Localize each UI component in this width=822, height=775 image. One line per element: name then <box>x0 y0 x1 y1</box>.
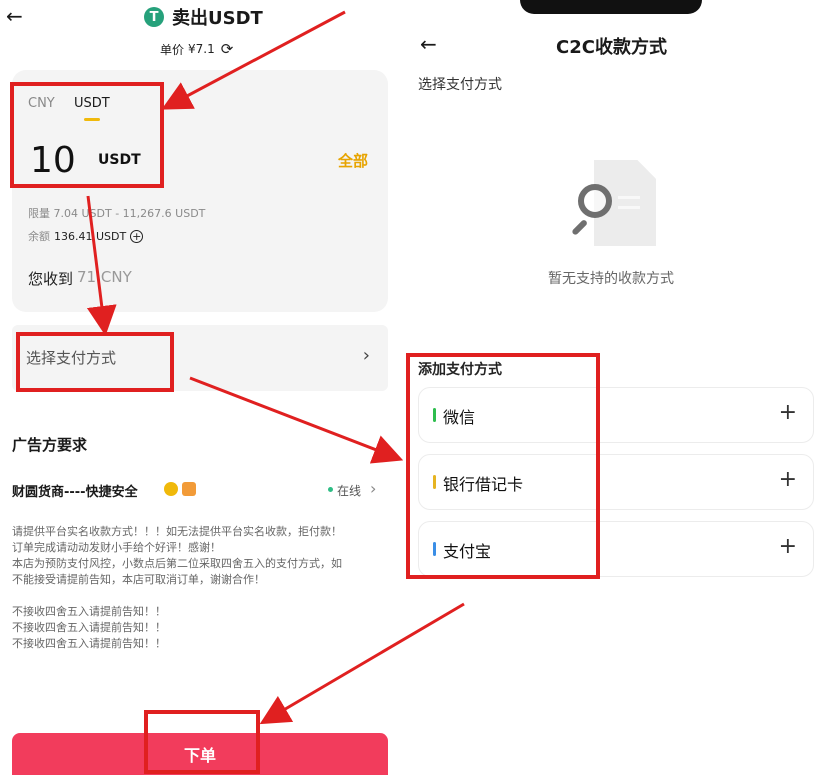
method-color-bar <box>433 542 436 556</box>
requirement-line: 本店为预防支付风控，小数点后第二位采取四舍五入的支付方式，如 <box>12 557 342 570</box>
magnifier-handle <box>571 218 589 236</box>
add-balance-icon[interactable]: + <box>130 229 144 243</box>
method-color-bar <box>433 475 436 489</box>
balance-value: 136.41 USDT <box>54 229 127 243</box>
limit-row: 限量 7.04 USDT - 11,267.6 USDT <box>28 205 205 221</box>
requirement-line: 不能接受请提前告知，本店可取消订单，谢谢合作！ <box>12 573 265 586</box>
sell-usdt-screen: ← T 卖出USDT 单价 ¥7.1 ⟳ CNY USDT 10 USDT 全部… <box>0 0 400 775</box>
tab-cny[interactable]: CNY <box>28 96 55 111</box>
requirement-line: 请提供平台实名收款方式！！！如无法提供平台实名收款，拒付款！ <box>12 525 342 538</box>
section-subtitle: 选择支付方式 <box>418 77 502 93</box>
payment-method-selector[interactable]: 选择支付方式 › <box>12 325 388 391</box>
merchant-name: 财圆货商----快捷安全 <box>12 485 138 500</box>
place-order-button[interactable]: 下单 <box>12 733 388 775</box>
chevron-right-icon: › <box>370 479 377 498</box>
online-status-label: 在线 <box>337 484 362 498</box>
shield-badge-icon <box>182 482 196 496</box>
phone-notch <box>520 0 702 14</box>
plus-icon[interactable]: + <box>779 534 797 559</box>
plus-icon[interactable]: + <box>779 467 797 492</box>
search-document-icon <box>566 160 656 250</box>
requirement-line: 订单完成请动动发财小手给个好评！感谢！ <box>12 541 221 554</box>
method-label: 银行借记卡 <box>443 475 524 494</box>
balance-row: 余额 136.41 USDT + <box>28 228 144 244</box>
receive-value: 71 CNY <box>77 268 132 286</box>
limit-label: 限量 <box>28 207 50 220</box>
requirement-spacer <box>12 588 392 604</box>
all-button[interactable]: 全部 <box>338 150 368 171</box>
payment-method-wechat[interactable]: 微信 + <box>418 387 814 443</box>
back-arrow-icon[interactable]: ← <box>420 32 437 56</box>
plus-icon[interactable]: + <box>779 400 797 425</box>
chevron-right-icon: › <box>362 345 370 366</box>
method-label: 微信 <box>443 408 476 427</box>
amount-card: CNY USDT 10 USDT 全部 限量 7.04 USDT - 11,26… <box>12 70 388 312</box>
price-value: ¥7.1 <box>188 42 215 56</box>
c2c-payment-methods-screen: ← C2C收款方式 选择支付方式 暂无支持的收款方式 添加支付方式 微信 + 银… <box>406 0 822 775</box>
document-line <box>618 206 640 209</box>
empty-state-text: 暂无支持的收款方式 <box>548 271 674 287</box>
requirement-line: 不接收四舍五入请提前告知！！ <box>12 637 166 650</box>
requirement-line: 不接收四舍五入请提前告知！！ <box>12 605 166 618</box>
receive-label: 您收到 <box>28 270 74 288</box>
merchant-row[interactable]: 财圆货商----快捷安全 在线 › <box>12 479 384 501</box>
payment-method-bank-card[interactable]: 银行借记卡 + <box>418 454 814 510</box>
payment-method-label: 选择支付方式 <box>26 349 117 367</box>
page-title: C2C收款方式 <box>556 37 667 58</box>
refresh-icon[interactable]: ⟳ <box>221 40 234 58</box>
amount-input[interactable]: 10 <box>30 140 76 181</box>
document-line <box>618 196 640 199</box>
method-color-bar <box>433 408 436 422</box>
balance-label: 余额 <box>28 230 50 243</box>
receive-row: 您收到 71 CNY <box>28 268 132 289</box>
requirement-line: 不接收四舍五入请提前告知！！ <box>12 621 166 634</box>
price-label: 单价 <box>160 42 185 57</box>
tether-logo-icon: T <box>144 7 164 27</box>
method-label: 支付宝 <box>443 542 492 561</box>
back-arrow-icon[interactable]: ← <box>6 4 23 28</box>
limit-value: 7.04 USDT - 11,267.6 USDT <box>53 207 206 220</box>
payment-method-alipay[interactable]: 支付宝 + <box>418 521 814 577</box>
page-title: T 卖出USDT <box>144 4 263 30</box>
active-tab-indicator <box>84 118 100 121</box>
advertiser-requirements-title: 广告方要求 <box>12 436 88 454</box>
page-title-text: 卖出USDT <box>172 8 263 29</box>
add-payment-method-title: 添加支付方式 <box>418 362 502 378</box>
amount-unit: USDT <box>98 152 141 168</box>
magnifier-lens <box>578 184 612 218</box>
online-status-dot <box>328 487 333 492</box>
tab-usdt[interactable]: USDT <box>74 96 110 111</box>
unit-price-row: 单价 ¥7.1 ⟳ <box>160 40 233 58</box>
verified-badge-icon <box>164 482 178 496</box>
requirements-text: 请提供平台实名收款方式！！！如无法提供平台实名收款，拒付款！ 订单完成请动动发财… <box>12 524 392 652</box>
